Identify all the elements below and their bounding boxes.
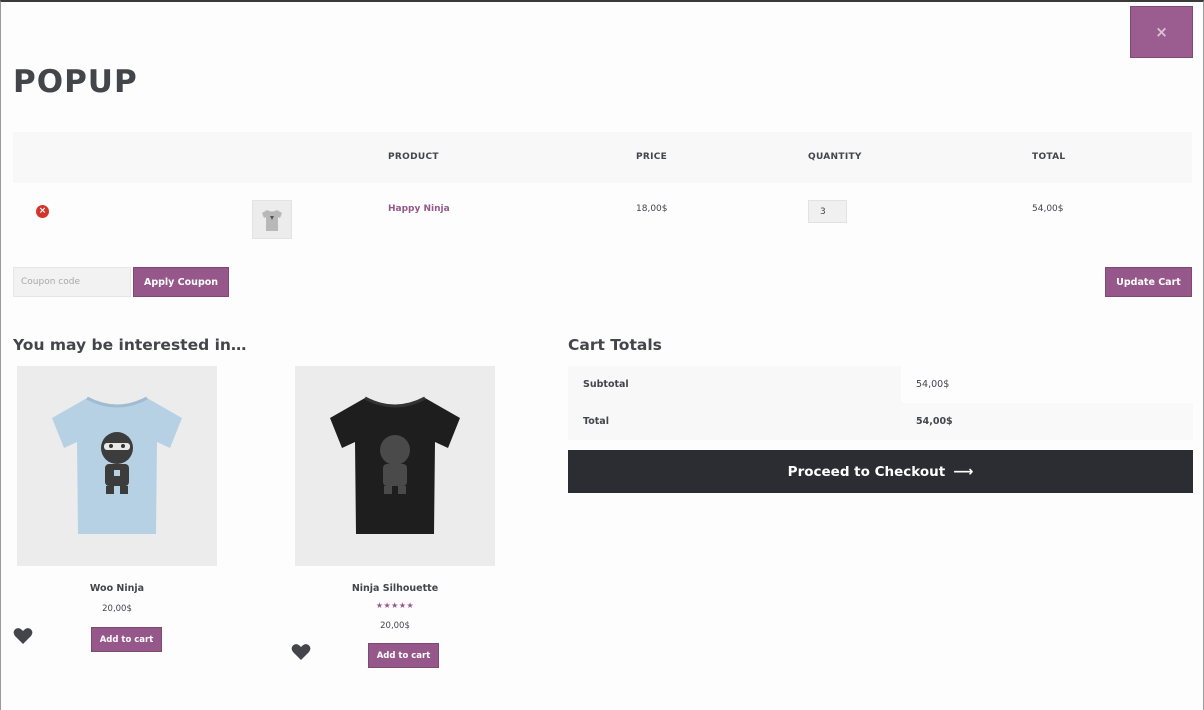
total-label: Total [568,403,901,440]
proceed-to-checkout-button[interactable]: Proceed to Checkout ⟶ [568,450,1193,493]
remove-item-icon[interactable]: × [36,205,49,218]
column-header-product: PRODUCT [388,152,439,162]
column-header-price: PRICE [636,152,668,162]
checkout-label: Proceed to Checkout [787,463,946,480]
heart-icon[interactable] [13,627,33,645]
column-header-quantity: QUANTITY [808,152,862,162]
popup-window: × POPUP PRODUCT PRICE QUANTITY TOTAL × H… [0,0,1204,710]
total-row: Total 54,00$ [568,403,1193,440]
subtotal-label: Subtotal [568,366,901,403]
cart-totals-table: Subtotal 54,00$ Total 54,00$ [568,366,1193,440]
product-thumbnail[interactable] [252,200,292,239]
subtotal-value: 54,00$ [901,366,1193,403]
product-name-woo-ninja[interactable]: Woo Ninja [17,583,217,594]
black-tshirt-image [330,396,460,534]
subtotal-row: Subtotal 54,00$ [568,366,1193,403]
product-image-woo-ninja[interactable] [17,366,217,566]
add-to-cart-button-ninja-silhouette[interactable]: Add to cart [368,643,439,668]
apply-coupon-button[interactable]: Apply Coupon [133,267,229,297]
light-blue-tshirt-image [52,396,182,534]
grey-tshirt-icon [262,209,282,231]
add-to-cart-button-woo-ninja[interactable]: Add to cart [91,627,162,652]
column-header-total: TOTAL [1032,152,1066,162]
total-value: 54,00$ [901,403,1193,440]
star-rating: ★★★★★ [375,601,415,610]
item-price: 18,00$ [636,204,668,214]
popup-title: POPUP [13,64,138,100]
product-name-ninja-silhouette[interactable]: Ninja Silhouette [295,583,495,594]
close-icon: × [1155,23,1168,41]
update-cart-button[interactable]: Update Cart [1105,267,1192,297]
cart-totals-heading: Cart Totals [568,336,662,354]
item-total: 54,00$ [1032,204,1064,214]
cart-table-header: PRODUCT PRICE QUANTITY TOTAL [13,132,1192,183]
product-name-link[interactable]: Happy Ninja [388,204,450,214]
close-button[interactable]: × [1130,6,1193,58]
cart-item-row: × Happy Ninja 18,00$ 54,00$ [13,183,1192,257]
product-image-ninja-silhouette[interactable] [295,366,495,566]
product-price-woo-ninja: 20,00$ [102,604,132,614]
heart-icon[interactable] [291,643,311,661]
coupon-code-input[interactable] [13,267,131,297]
related-products-heading: You may be interested in… [13,336,247,354]
product-price-ninja-silhouette: 20,00$ [380,621,410,631]
quantity-input[interactable] [808,200,847,223]
arrow-right-icon: ⟶ [953,463,974,480]
